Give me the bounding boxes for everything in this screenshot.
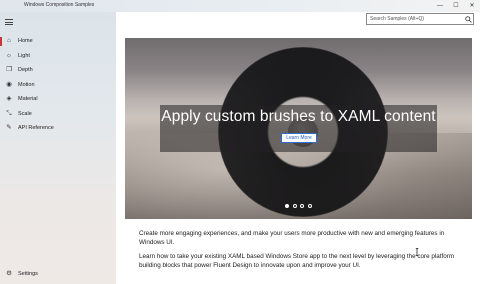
close-button[interactable]: ✕ [464, 0, 480, 12]
sidebar-item-motion[interactable]: ◉ Motion [0, 78, 116, 93]
motion-icon: ◉ [6, 80, 12, 88]
title-bar: Windows Composition Samples — ☐ ✕ [0, 0, 480, 12]
sidebar-item-label: Home [18, 38, 33, 45]
carousel-dot[interactable] [292, 204, 297, 208]
sidebar-item-label: Scale [18, 110, 32, 117]
intro-paragraph: Create more engaging experiences, and ma… [139, 230, 445, 246]
material-icon: ◈ [6, 95, 12, 102]
sidebar-item-label: API Reference [18, 125, 54, 132]
maximize-button[interactable]: ☐ [448, 0, 464, 12]
carousel-dot[interactable] [300, 204, 304, 208]
sidebar-item-label: Depth [18, 67, 33, 74]
carousel-dot[interactable] [307, 204, 312, 208]
app-title: Windows Composition Samples [24, 2, 95, 8]
light-icon: ☼ [6, 51, 12, 59]
sidebar: ⌂ Home ☼ Light ❒ Depth ◉ Motion ◈ Materi… [0, 12, 116, 284]
search-icon[interactable] [463, 14, 473, 24]
carousel-indicators [285, 204, 312, 208]
learn-more-button[interactable]: Learn More [281, 133, 317, 143]
search-box [366, 13, 474, 25]
hamburger-menu-icon[interactable] [5, 19, 13, 25]
sidebar-item-label: Motion [18, 81, 35, 88]
carousel-dot[interactable] [285, 204, 289, 208]
sidebar-item-label: Light [18, 52, 30, 59]
minimize-button[interactable]: — [432, 0, 448, 12]
scale-icon: ⤡ [6, 109, 12, 117]
sidebar-item-label: Settings [18, 271, 38, 277]
sidebar-item-settings[interactable]: ⚙ Settings [0, 267, 116, 281]
text-cursor-icon [415, 248, 419, 256]
sidebar-item-scale[interactable]: ⤡ Scale [0, 107, 116, 122]
sidebar-item-home[interactable]: ⌂ Home [0, 34, 116, 49]
home-icon: ⌂ [7, 37, 11, 44]
hero-title: Apply custom brushes to XAML content [161, 108, 436, 125]
main-content: Apply custom brushes to XAML content Lea… [116, 12, 480, 284]
sidebar-item-light[interactable]: ☼ Light [0, 49, 116, 64]
sidebar-item-depth[interactable]: ❒ Depth [0, 63, 116, 78]
api-reference-icon: ✎ [6, 124, 12, 131]
search-input[interactable] [367, 14, 463, 24]
details-paragraph: Learn how to take your existing XAML bas… [139, 253, 455, 269]
window-controls: — ☐ ✕ [432, 0, 480, 12]
nav-list: ⌂ Home ☼ Light ❒ Depth ◉ Motion ◈ Materi… [0, 34, 116, 136]
depth-icon: ❒ [6, 66, 12, 73]
sidebar-item-label: Material [18, 96, 38, 103]
sidebar-item-material[interactable]: ◈ Material [0, 92, 116, 107]
hero-banner: Apply custom brushes to XAML content Lea… [125, 38, 472, 219]
sidebar-item-api-reference[interactable]: ✎ API Reference [0, 121, 116, 136]
gear-icon: ⚙ [6, 269, 12, 277]
